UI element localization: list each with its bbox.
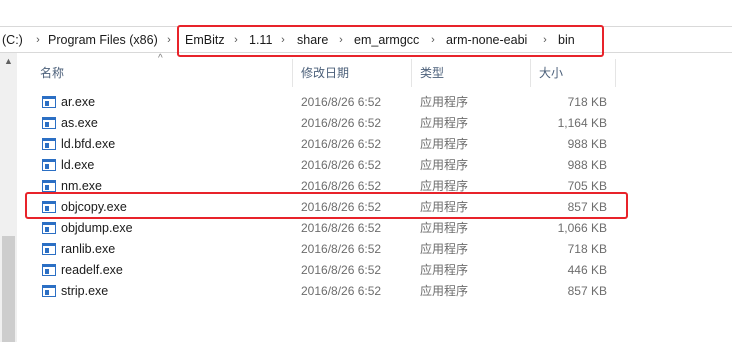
file-date: 2016/8/26 6:52 bbox=[301, 95, 382, 109]
sort-ascending-icon: ^ bbox=[158, 53, 163, 64]
exe-file-icon bbox=[42, 117, 56, 129]
file-size: 1,164 KB bbox=[557, 116, 607, 130]
file-name: ranlib.exe bbox=[61, 242, 116, 256]
file-row[interactable]: ranlib.exe 2016/8/26 6:52 应用程序 718 KB bbox=[30, 239, 630, 260]
file-row[interactable]: as.exe 2016/8/26 6:52 应用程序 1,164 KB bbox=[30, 113, 630, 134]
file-date: 2016/8/26 6:52 bbox=[301, 263, 382, 277]
column-header-name[interactable]: 名称 bbox=[40, 55, 64, 87]
file-size: 857 KB bbox=[567, 284, 607, 298]
file-row[interactable]: strip.exe 2016/8/26 6:52 应用程序 857 KB bbox=[30, 281, 630, 302]
window-top-strip bbox=[0, 0, 732, 24]
scroll-up-arrow-icon[interactable]: ▲ bbox=[0, 53, 17, 70]
file-type: 应用程序 bbox=[420, 221, 469, 235]
exe-file-icon bbox=[42, 285, 56, 297]
exe-file-icon bbox=[42, 264, 56, 276]
column-headers: ^ 名称 修改日期 类型 大小 bbox=[30, 53, 730, 87]
exe-file-icon bbox=[42, 138, 56, 150]
file-name: as.exe bbox=[61, 116, 98, 130]
file-name: strip.exe bbox=[61, 284, 109, 298]
file-row[interactable]: ld.exe 2016/8/26 6:52 应用程序 988 KB bbox=[30, 155, 630, 176]
file-row[interactable]: ld.bfd.exe 2016/8/26 6:52 应用程序 988 KB bbox=[30, 134, 630, 155]
column-divider[interactable] bbox=[615, 59, 616, 87]
file-name: ar.exe bbox=[61, 95, 96, 109]
column-header-date[interactable]: 修改日期 bbox=[301, 55, 349, 87]
file-size: 1,066 KB bbox=[557, 221, 607, 235]
file-name: objdump.exe bbox=[61, 221, 133, 235]
column-divider[interactable] bbox=[530, 59, 531, 87]
scrollbar-thumb[interactable] bbox=[2, 236, 15, 342]
file-name: readelf.exe bbox=[61, 263, 123, 277]
objcopy-highlight-box bbox=[25, 192, 628, 219]
file-type: 应用程序 bbox=[420, 95, 469, 109]
vertical-scrollbar[interactable]: ▲ bbox=[0, 53, 17, 342]
file-date: 2016/8/26 6:52 bbox=[301, 158, 382, 172]
breadcrumb-program-files[interactable]: Program Files (x86) bbox=[48, 32, 158, 48]
exe-file-icon bbox=[42, 243, 56, 255]
exe-file-icon bbox=[42, 96, 56, 108]
file-type: 应用程序 bbox=[420, 116, 469, 130]
exe-file-icon bbox=[42, 222, 56, 234]
file-type: 应用程序 bbox=[420, 137, 469, 151]
file-size: 988 KB bbox=[567, 137, 607, 151]
file-date: 2016/8/26 6:52 bbox=[301, 116, 382, 130]
file-size: 988 KB bbox=[567, 158, 607, 172]
file-type: 应用程序 bbox=[420, 284, 469, 298]
file-size: 718 KB bbox=[567, 95, 607, 109]
file-type: 应用程序 bbox=[420, 263, 469, 277]
exe-file-icon bbox=[42, 159, 56, 171]
column-header-type[interactable]: 类型 bbox=[420, 55, 444, 87]
file-type: 应用程序 bbox=[420, 158, 469, 172]
file-row[interactable]: readelf.exe 2016/8/26 6:52 应用程序 446 KB bbox=[30, 260, 630, 281]
file-date: 2016/8/26 6:52 bbox=[301, 284, 382, 298]
breadcrumb-drive[interactable]: (C:) bbox=[2, 32, 23, 48]
file-type: 应用程序 bbox=[420, 242, 469, 256]
breadcrumb-separator-icon[interactable]: › bbox=[164, 32, 174, 48]
file-size: 718 KB bbox=[567, 242, 607, 256]
file-date: 2016/8/26 6:52 bbox=[301, 221, 382, 235]
file-size: 446 KB bbox=[567, 263, 607, 277]
file-date: 2016/8/26 6:52 bbox=[301, 242, 382, 256]
column-divider[interactable] bbox=[411, 59, 412, 87]
file-row[interactable]: ar.exe 2016/8/26 6:52 应用程序 718 KB bbox=[30, 92, 630, 113]
file-row[interactable]: objdump.exe 2016/8/26 6:52 应用程序 1,066 KB bbox=[30, 218, 630, 239]
path-highlight-box bbox=[177, 25, 604, 57]
column-header-size[interactable]: 大小 bbox=[539, 55, 563, 87]
file-date: 2016/8/26 6:52 bbox=[301, 137, 382, 151]
column-divider[interactable] bbox=[292, 59, 293, 87]
file-name: ld.exe bbox=[61, 158, 95, 172]
exe-file-icon bbox=[42, 180, 56, 192]
file-name: ld.bfd.exe bbox=[61, 137, 116, 151]
breadcrumb-separator-icon[interactable]: › bbox=[33, 32, 43, 48]
